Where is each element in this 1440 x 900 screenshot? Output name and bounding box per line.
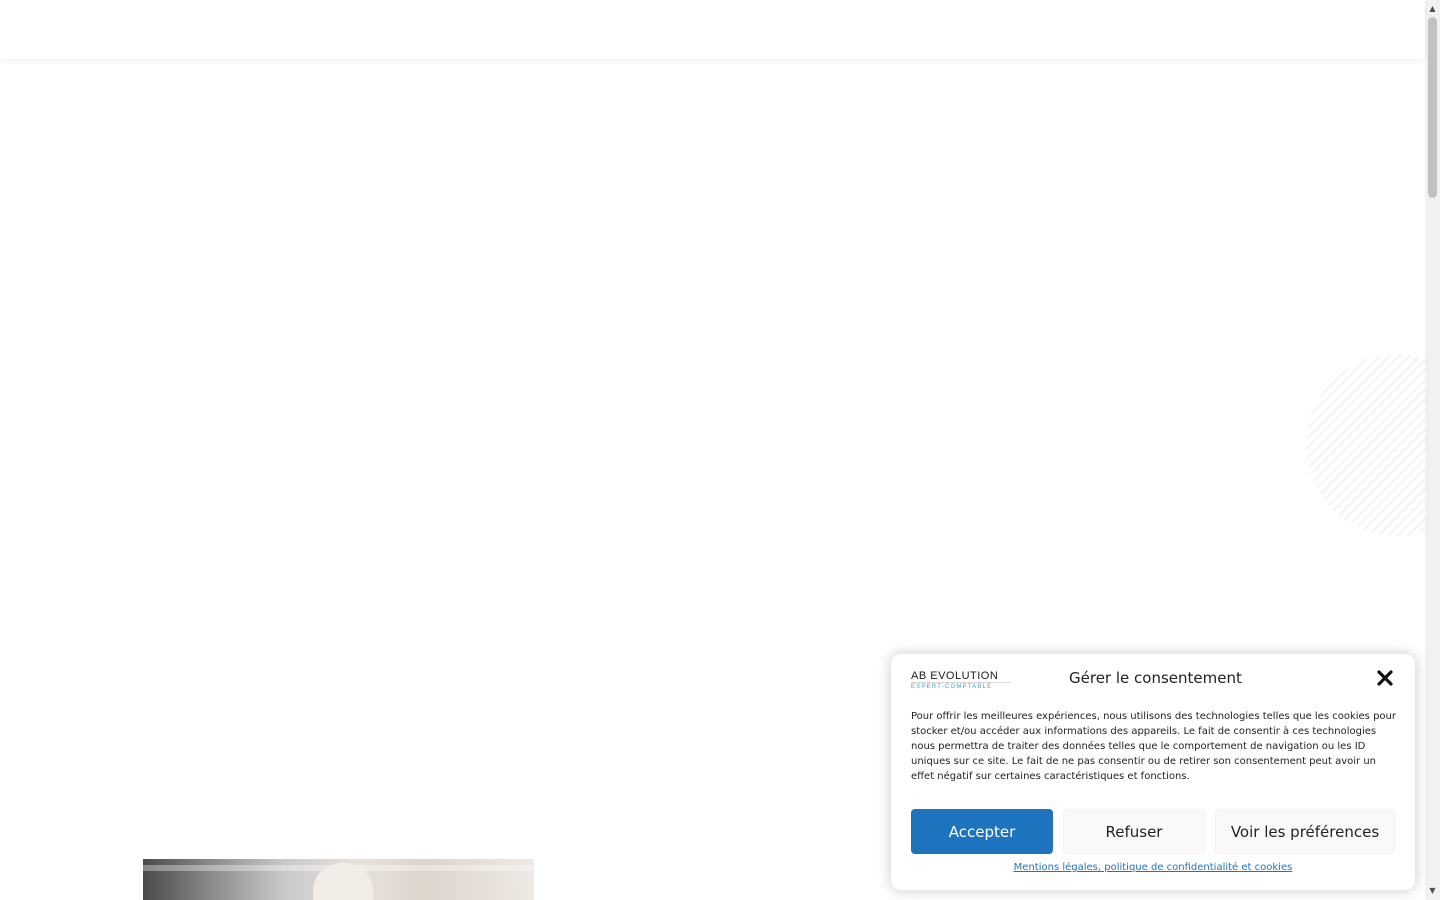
page: AB EVOLUTION EXPERT-COMPTABLE Gérer le c… (0, 0, 1440, 900)
accept-button[interactable]: Accepter (911, 809, 1053, 854)
decorative-stripes (1306, 354, 1440, 536)
refuse-button[interactable]: Refuser (1063, 809, 1205, 854)
legal-notice-link[interactable]: Mentions légales, politique de confident… (891, 862, 1415, 873)
vertical-scrollbar[interactable]: ▲ ▼ (1425, 0, 1440, 900)
site-header (0, 0, 1425, 59)
close-icon (1377, 670, 1393, 686)
view-preferences-button[interactable]: Voir les préférences (1215, 809, 1395, 854)
chevron-down-icon[interactable]: ▼ (1425, 884, 1440, 898)
close-button[interactable] (1375, 668, 1395, 688)
hero-photo (143, 859, 534, 900)
scrollbar-thumb[interactable] (1428, 17, 1437, 198)
brand-logo: AB EVOLUTION EXPERT-COMPTABLE (911, 670, 1021, 690)
consent-title: Gérer le consentement (1069, 669, 1242, 687)
brand-logo-main: AB EVOLUTION (911, 670, 999, 682)
brand-logo-sub: EXPERT-COMPTABLE (911, 682, 1011, 691)
chevron-up-icon[interactable]: ▲ (1425, 2, 1440, 16)
consent-description: Pour offrir les meilleures expériences, … (911, 711, 1396, 782)
consent-dialog: AB EVOLUTION EXPERT-COMPTABLE Gérer le c… (891, 654, 1415, 890)
